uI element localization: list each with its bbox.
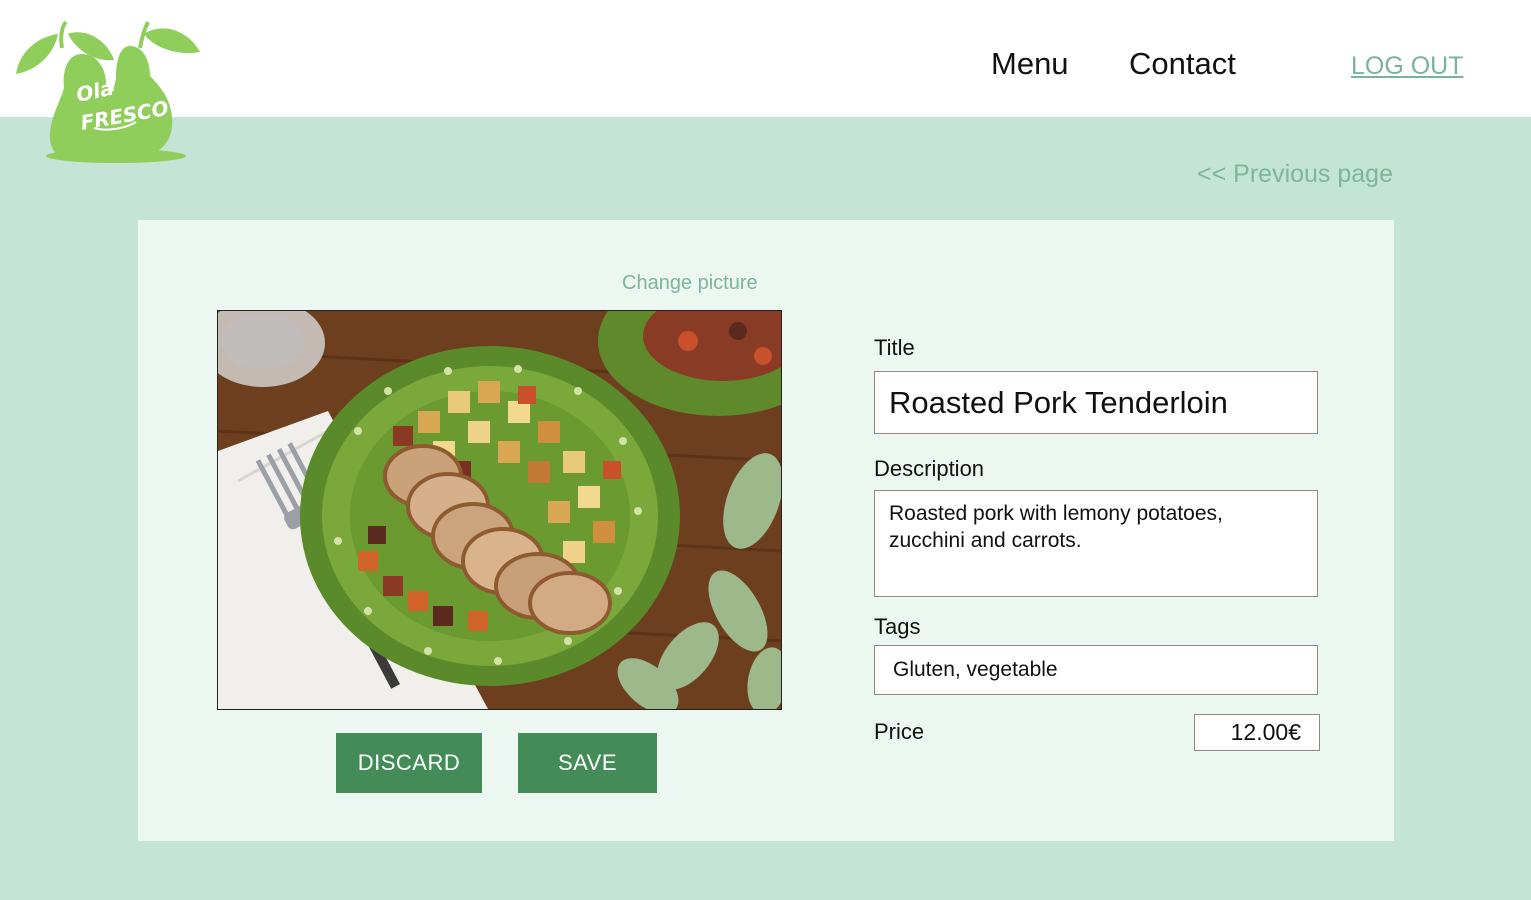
- save-button[interactable]: SAVE: [518, 733, 657, 793]
- dish-photo: [217, 310, 782, 710]
- discard-button[interactable]: DISCARD: [336, 733, 482, 793]
- description-textarea[interactable]: Roasted pork with lemony potatoes, zucch…: [874, 490, 1318, 597]
- title-label: Title: [874, 335, 915, 360]
- header-bar: Menu Contact LOG OUT: [0, 0, 1531, 117]
- title-input[interactable]: Roasted Pork Tenderloin: [874, 371, 1318, 434]
- nav-contact-link[interactable]: Contact: [1129, 46, 1236, 82]
- price-label: Price: [874, 719, 925, 744]
- nav-menu-link[interactable]: Menu: [991, 46, 1069, 82]
- ola-fresco-logo[interactable]: Ola FRESCO: [12, 18, 202, 168]
- price-input[interactable]: 12.00€: [1194, 714, 1320, 751]
- tags-label: Tags: [874, 614, 921, 639]
- pear-logo-icon: Ola FRESCO: [16, 20, 200, 163]
- change-picture-link[interactable]: Change picture: [622, 272, 758, 295]
- logout-link[interactable]: LOG OUT: [1351, 52, 1464, 81]
- previous-page-link[interactable]: << Previous page: [1197, 160, 1393, 189]
- description-label: Description: [874, 456, 985, 481]
- tags-input[interactable]: Gluten, vegetable: [874, 645, 1318, 695]
